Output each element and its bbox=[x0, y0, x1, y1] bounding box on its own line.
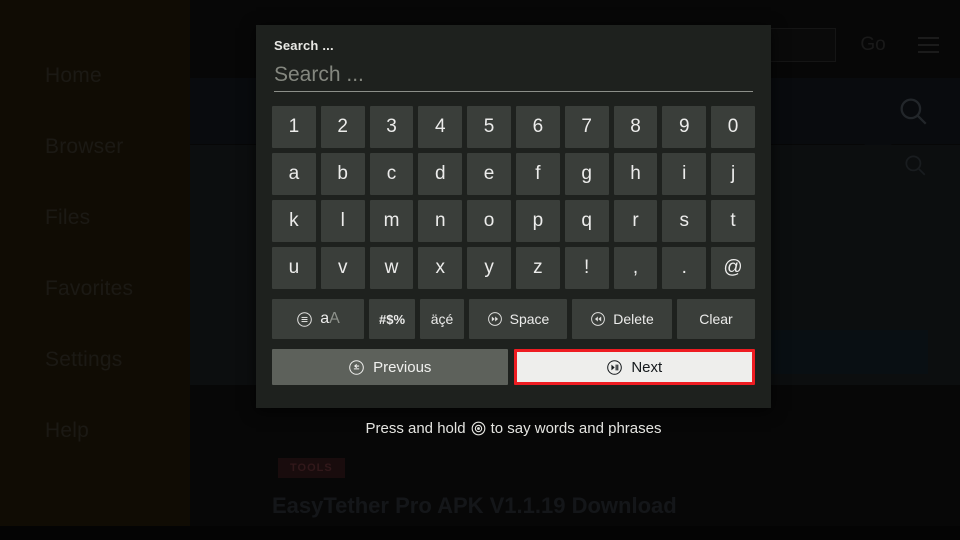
key-exclamation[interactable]: ! bbox=[564, 247, 609, 289]
onscreen-keyboard-dialog: Search ... 1 2 3 4 5 6 7 8 9 0 a b c d e… bbox=[256, 25, 771, 408]
key-8[interactable]: 8 bbox=[613, 106, 658, 148]
keyboard-nav-row: Previous Next bbox=[256, 339, 771, 385]
key-symbols[interactable]: #$% bbox=[369, 299, 415, 339]
key-1[interactable]: 1 bbox=[272, 106, 316, 148]
keyboard-row-functions: aA #$% äçé Space Delete Clear bbox=[272, 299, 755, 339]
key-3[interactable]: 3 bbox=[369, 106, 414, 148]
key-s[interactable]: s bbox=[662, 200, 707, 242]
key-clear[interactable]: Clear bbox=[677, 299, 755, 339]
search-input[interactable] bbox=[274, 63, 753, 87]
key-b[interactable]: b bbox=[320, 153, 365, 195]
key-space[interactable]: Space bbox=[469, 299, 567, 339]
key-x[interactable]: x bbox=[418, 247, 463, 289]
key-m[interactable]: m bbox=[369, 200, 414, 242]
key-at[interactable]: @ bbox=[711, 247, 755, 289]
key-7[interactable]: 7 bbox=[564, 106, 609, 148]
play-pause-circle-icon bbox=[606, 359, 623, 376]
keyboard-row-a-j: a b c d e f g h i j bbox=[272, 153, 755, 195]
key-h[interactable]: h bbox=[613, 153, 658, 195]
back-circle-icon bbox=[348, 359, 365, 376]
key-9[interactable]: 9 bbox=[662, 106, 707, 148]
key-j[interactable]: j bbox=[711, 153, 755, 195]
key-5[interactable]: 5 bbox=[467, 106, 511, 148]
previous-button[interactable]: Previous bbox=[272, 349, 508, 385]
case-lower-label: a bbox=[320, 310, 330, 327]
keyboard-key-grid: 1 2 3 4 5 6 7 8 9 0 a b c d e f g h i j … bbox=[256, 106, 771, 339]
key-delete[interactable]: Delete bbox=[572, 299, 672, 339]
key-u[interactable]: u bbox=[272, 247, 316, 289]
next-label: Next bbox=[631, 358, 663, 376]
key-p[interactable]: p bbox=[515, 200, 560, 242]
keyboard-row-numbers: 1 2 3 4 5 6 7 8 9 0 bbox=[272, 106, 755, 148]
key-l[interactable]: l bbox=[320, 200, 365, 242]
key-4[interactable]: 4 bbox=[418, 106, 463, 148]
menu-circle-icon bbox=[296, 311, 313, 328]
keyboard-row-u-at: u v w x y z ! , . @ bbox=[272, 247, 755, 289]
key-0[interactable]: 0 bbox=[711, 106, 755, 148]
key-2[interactable]: 2 bbox=[320, 106, 365, 148]
voice-hint-text-after: to say words and phrases bbox=[490, 420, 662, 437]
rewind-circle-icon bbox=[590, 311, 606, 327]
keyboard-header: Search ... bbox=[256, 25, 771, 53]
key-i[interactable]: i bbox=[662, 153, 707, 195]
voice-button-icon bbox=[471, 421, 486, 436]
dialog-title: Search ... bbox=[274, 38, 334, 53]
key-period[interactable]: . bbox=[662, 247, 707, 289]
key-case-toggle[interactable]: aA bbox=[272, 299, 364, 339]
key-space-label: Space bbox=[509, 311, 550, 327]
keyboard-row-k-t: k l m n o p q r s t bbox=[272, 200, 755, 242]
key-6[interactable]: 6 bbox=[515, 106, 560, 148]
key-d[interactable]: d bbox=[418, 153, 463, 195]
previous-label: Previous bbox=[373, 358, 432, 376]
key-c[interactable]: c bbox=[369, 153, 414, 195]
key-o[interactable]: o bbox=[467, 200, 511, 242]
key-v[interactable]: v bbox=[320, 247, 365, 289]
key-f[interactable]: f bbox=[515, 153, 560, 195]
key-t[interactable]: t bbox=[711, 200, 755, 242]
key-r[interactable]: r bbox=[613, 200, 658, 242]
voice-hint-text-before: Press and hold bbox=[365, 420, 466, 437]
key-a[interactable]: a bbox=[272, 153, 316, 195]
fast-forward-circle-icon bbox=[487, 311, 503, 327]
key-q[interactable]: q bbox=[564, 200, 609, 242]
key-k[interactable]: k bbox=[272, 200, 316, 242]
key-comma[interactable]: , bbox=[613, 247, 658, 289]
key-y[interactable]: y bbox=[467, 247, 511, 289]
key-accents[interactable]: äçé bbox=[420, 299, 464, 339]
key-z[interactable]: z bbox=[515, 247, 560, 289]
voice-hint: Press and hold to say words and phrases bbox=[256, 420, 771, 437]
key-g[interactable]: g bbox=[564, 153, 609, 195]
key-n[interactable]: n bbox=[418, 200, 463, 242]
key-e[interactable]: e bbox=[467, 153, 511, 195]
key-w[interactable]: w bbox=[369, 247, 414, 289]
key-delete-label: Delete bbox=[613, 311, 654, 327]
search-input-wrap bbox=[274, 63, 753, 92]
next-button[interactable]: Next bbox=[513, 349, 755, 385]
case-upper-label: A bbox=[329, 310, 340, 327]
